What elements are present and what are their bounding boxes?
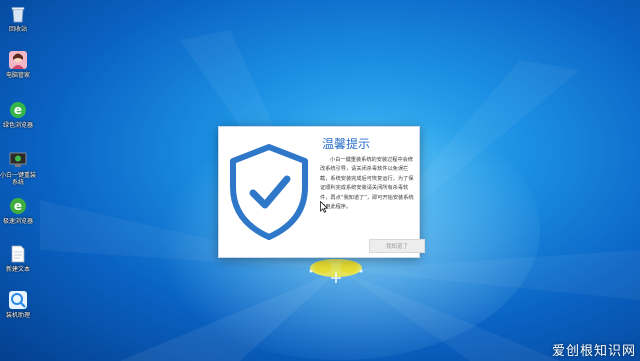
- desktop-icon-label: 电脑管家: [5, 72, 30, 79]
- desktop-icon-column: 回收站 电脑管家 e 绿色浏览器 小白一键重装系统 e 极速浏览器 新建文本 装: [0, 0, 40, 340]
- desktop-icon-recycle-bin[interactable]: 回收站: [0, 4, 36, 33]
- desktop-icon-label: 回收站: [8, 26, 27, 33]
- shield-check-icon: [230, 144, 308, 240]
- desktop-icon-browser[interactable]: e 极速浏览器: [0, 196, 36, 225]
- desktop-icon-setup-assistant[interactable]: 装机助理: [0, 290, 36, 319]
- recycle-bin-icon: [8, 4, 28, 24]
- installer-icon: [8, 150, 28, 170]
- desktop-icon-ie-browser[interactable]: e 绿色浏览器: [0, 100, 36, 129]
- warning-dialog: 温馨提示 小白一键重装系统的安装过程中会修改系统引导，请关闭杀毒软件以免误拦截，…: [218, 126, 425, 258]
- browser-icon: e: [8, 196, 28, 216]
- dialog-message: 小白一键重装系统的安装过程中会修改系统引导，请关闭杀毒软件以免误拦截，系统安装完…: [320, 157, 414, 211]
- desktop-icon-label: 小白一键重装系统: [0, 172, 37, 186]
- watermark-text: 爱创根知识网: [551, 344, 636, 359]
- app-avatar-icon: [8, 50, 28, 70]
- desktop-icon-label: 绿色浏览器: [2, 122, 33, 129]
- desktop-icon-label: 装机助理: [5, 312, 30, 319]
- ie-browser-icon: e: [8, 100, 28, 120]
- wallpaper-logo: [309, 259, 363, 283]
- text-file-icon: [8, 244, 28, 264]
- desktop-icon-text-file[interactable]: 新建文本: [0, 244, 36, 273]
- dialog-title: 温馨提示: [322, 137, 371, 151]
- svg-text:e: e: [14, 199, 22, 213]
- desktop-icon-label: 新建文本: [5, 266, 30, 273]
- desktop-icon-label: 极速浏览器: [2, 218, 33, 225]
- confirm-button[interactable]: 我知道了: [369, 239, 425, 253]
- setup-assistant-icon: [8, 290, 28, 310]
- mouse-cursor-icon: [320, 201, 328, 213]
- desktop-icon-app-avatar[interactable]: 电脑管家: [0, 50, 36, 79]
- desktop-icon-installer[interactable]: 小白一键重装系统: [0, 150, 36, 186]
- svg-text:e: e: [14, 103, 22, 117]
